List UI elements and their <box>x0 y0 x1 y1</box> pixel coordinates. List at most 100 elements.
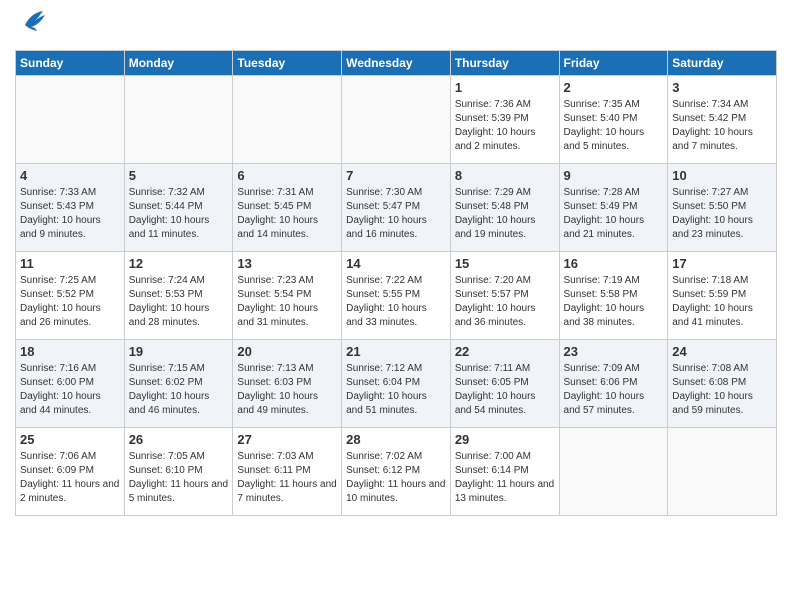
calendar-cell <box>16 76 125 164</box>
calendar-cell: 5 Sunrise: 7:32 AMSunset: 5:44 PMDayligh… <box>124 164 233 252</box>
day-info: Sunrise: 7:31 AMSunset: 5:45 PMDaylight:… <box>237 186 337 242</box>
day-info: Sunrise: 7:33 AMSunset: 5:43 PMDaylight:… <box>20 186 120 242</box>
day-number: 26 <box>129 432 229 447</box>
calendar-cell: 4 Sunrise: 7:33 AMSunset: 5:43 PMDayligh… <box>16 164 125 252</box>
day-number: 19 <box>129 344 229 359</box>
day-info: Sunrise: 7:03 AMSunset: 6:11 PMDaylight:… <box>237 450 337 506</box>
calendar-cell: 25 Sunrise: 7:06 AMSunset: 6:09 PMDaylig… <box>16 428 125 516</box>
calendar-cell: 23 Sunrise: 7:09 AMSunset: 6:06 PMDaylig… <box>559 340 668 428</box>
day-number: 15 <box>455 256 555 271</box>
day-number: 9 <box>564 168 664 183</box>
calendar-cell <box>668 428 777 516</box>
header-wednesday: Wednesday <box>342 51 451 76</box>
calendar-cell: 18 Sunrise: 7:16 AMSunset: 6:00 PMDaylig… <box>16 340 125 428</box>
day-info: Sunrise: 7:22 AMSunset: 5:55 PMDaylight:… <box>346 274 446 330</box>
day-info: Sunrise: 7:25 AMSunset: 5:52 PMDaylight:… <box>20 274 120 330</box>
calendar-cell: 3 Sunrise: 7:34 AMSunset: 5:42 PMDayligh… <box>668 76 777 164</box>
day-info: Sunrise: 7:32 AMSunset: 5:44 PMDaylight:… <box>129 186 229 242</box>
day-number: 25 <box>20 432 120 447</box>
day-info: Sunrise: 7:05 AMSunset: 6:10 PMDaylight:… <box>129 450 229 506</box>
day-number: 21 <box>346 344 446 359</box>
calendar-cell: 21 Sunrise: 7:12 AMSunset: 6:04 PMDaylig… <box>342 340 451 428</box>
header-thursday: Thursday <box>450 51 559 76</box>
day-info: Sunrise: 7:24 AMSunset: 5:53 PMDaylight:… <box>129 274 229 330</box>
day-info: Sunrise: 7:35 AMSunset: 5:40 PMDaylight:… <box>564 98 664 154</box>
calendar-cell: 1 Sunrise: 7:36 AMSunset: 5:39 PMDayligh… <box>450 76 559 164</box>
calendar-header-row: SundayMondayTuesdayWednesdayThursdayFrid… <box>16 51 777 76</box>
calendar-cell <box>124 76 233 164</box>
calendar-cell: 27 Sunrise: 7:03 AMSunset: 6:11 PMDaylig… <box>233 428 342 516</box>
calendar-cell: 28 Sunrise: 7:02 AMSunset: 6:12 PMDaylig… <box>342 428 451 516</box>
day-info: Sunrise: 7:34 AMSunset: 5:42 PMDaylight:… <box>672 98 772 154</box>
header-monday: Monday <box>124 51 233 76</box>
day-number: 10 <box>672 168 772 183</box>
day-info: Sunrise: 7:09 AMSunset: 6:06 PMDaylight:… <box>564 362 664 418</box>
header-sunday: Sunday <box>16 51 125 76</box>
calendar-cell: 2 Sunrise: 7:35 AMSunset: 5:40 PMDayligh… <box>559 76 668 164</box>
day-info: Sunrise: 7:20 AMSunset: 5:57 PMDaylight:… <box>455 274 555 330</box>
calendar-cell: 11 Sunrise: 7:25 AMSunset: 5:52 PMDaylig… <box>16 252 125 340</box>
calendar-cell: 10 Sunrise: 7:27 AMSunset: 5:50 PMDaylig… <box>668 164 777 252</box>
logo-bird-icon <box>17 5 49 42</box>
day-info: Sunrise: 7:18 AMSunset: 5:59 PMDaylight:… <box>672 274 772 330</box>
day-info: Sunrise: 7:08 AMSunset: 6:08 PMDaylight:… <box>672 362 772 418</box>
day-number: 3 <box>672 80 772 95</box>
header-friday: Friday <box>559 51 668 76</box>
calendar-cell: 15 Sunrise: 7:20 AMSunset: 5:57 PMDaylig… <box>450 252 559 340</box>
day-number: 22 <box>455 344 555 359</box>
day-number: 17 <box>672 256 772 271</box>
day-number: 6 <box>237 168 337 183</box>
calendar-week-4: 25 Sunrise: 7:06 AMSunset: 6:09 PMDaylig… <box>16 428 777 516</box>
calendar-cell: 14 Sunrise: 7:22 AMSunset: 5:55 PMDaylig… <box>342 252 451 340</box>
day-number: 11 <box>20 256 120 271</box>
day-number: 8 <box>455 168 555 183</box>
calendar-cell: 19 Sunrise: 7:15 AMSunset: 6:02 PMDaylig… <box>124 340 233 428</box>
calendar-week-1: 4 Sunrise: 7:33 AMSunset: 5:43 PMDayligh… <box>16 164 777 252</box>
calendar-week-0: 1 Sunrise: 7:36 AMSunset: 5:39 PMDayligh… <box>16 76 777 164</box>
day-number: 20 <box>237 344 337 359</box>
day-info: Sunrise: 7:02 AMSunset: 6:12 PMDaylight:… <box>346 450 446 506</box>
day-number: 29 <box>455 432 555 447</box>
day-number: 2 <box>564 80 664 95</box>
day-info: Sunrise: 7:36 AMSunset: 5:39 PMDaylight:… <box>455 98 555 154</box>
day-info: Sunrise: 7:23 AMSunset: 5:54 PMDaylight:… <box>237 274 337 330</box>
calendar-cell <box>559 428 668 516</box>
day-number: 12 <box>129 256 229 271</box>
calendar-cell: 9 Sunrise: 7:28 AMSunset: 5:49 PMDayligh… <box>559 164 668 252</box>
calendar-cell <box>233 76 342 164</box>
day-info: Sunrise: 7:11 AMSunset: 6:05 PMDaylight:… <box>455 362 555 418</box>
day-info: Sunrise: 7:19 AMSunset: 5:58 PMDaylight:… <box>564 274 664 330</box>
day-info: Sunrise: 7:13 AMSunset: 6:03 PMDaylight:… <box>237 362 337 418</box>
calendar-cell: 17 Sunrise: 7:18 AMSunset: 5:59 PMDaylig… <box>668 252 777 340</box>
day-info: Sunrise: 7:16 AMSunset: 6:00 PMDaylight:… <box>20 362 120 418</box>
header-tuesday: Tuesday <box>233 51 342 76</box>
day-number: 23 <box>564 344 664 359</box>
day-info: Sunrise: 7:15 AMSunset: 6:02 PMDaylight:… <box>129 362 229 418</box>
calendar-cell <box>342 76 451 164</box>
calendar-cell: 8 Sunrise: 7:29 AMSunset: 5:48 PMDayligh… <box>450 164 559 252</box>
day-number: 28 <box>346 432 446 447</box>
calendar-body: 1 Sunrise: 7:36 AMSunset: 5:39 PMDayligh… <box>16 76 777 516</box>
day-number: 14 <box>346 256 446 271</box>
calendar-cell: 20 Sunrise: 7:13 AMSunset: 6:03 PMDaylig… <box>233 340 342 428</box>
day-info: Sunrise: 7:28 AMSunset: 5:49 PMDaylight:… <box>564 186 664 242</box>
calendar-cell: 16 Sunrise: 7:19 AMSunset: 5:58 PMDaylig… <box>559 252 668 340</box>
logo <box>15 10 49 42</box>
calendar-cell: 26 Sunrise: 7:05 AMSunset: 6:10 PMDaylig… <box>124 428 233 516</box>
day-number: 7 <box>346 168 446 183</box>
calendar-table: SundayMondayTuesdayWednesdayThursdayFrid… <box>15 50 777 516</box>
calendar-cell: 22 Sunrise: 7:11 AMSunset: 6:05 PMDaylig… <box>450 340 559 428</box>
day-info: Sunrise: 7:12 AMSunset: 6:04 PMDaylight:… <box>346 362 446 418</box>
day-number: 16 <box>564 256 664 271</box>
day-number: 4 <box>20 168 120 183</box>
calendar-week-3: 18 Sunrise: 7:16 AMSunset: 6:00 PMDaylig… <box>16 340 777 428</box>
day-info: Sunrise: 7:30 AMSunset: 5:47 PMDaylight:… <box>346 186 446 242</box>
calendar-cell: 6 Sunrise: 7:31 AMSunset: 5:45 PMDayligh… <box>233 164 342 252</box>
day-number: 1 <box>455 80 555 95</box>
day-number: 13 <box>237 256 337 271</box>
calendar-cell: 7 Sunrise: 7:30 AMSunset: 5:47 PMDayligh… <box>342 164 451 252</box>
day-info: Sunrise: 7:00 AMSunset: 6:14 PMDaylight:… <box>455 450 555 506</box>
calendar-cell: 29 Sunrise: 7:00 AMSunset: 6:14 PMDaylig… <box>450 428 559 516</box>
day-number: 5 <box>129 168 229 183</box>
day-info: Sunrise: 7:06 AMSunset: 6:09 PMDaylight:… <box>20 450 120 506</box>
